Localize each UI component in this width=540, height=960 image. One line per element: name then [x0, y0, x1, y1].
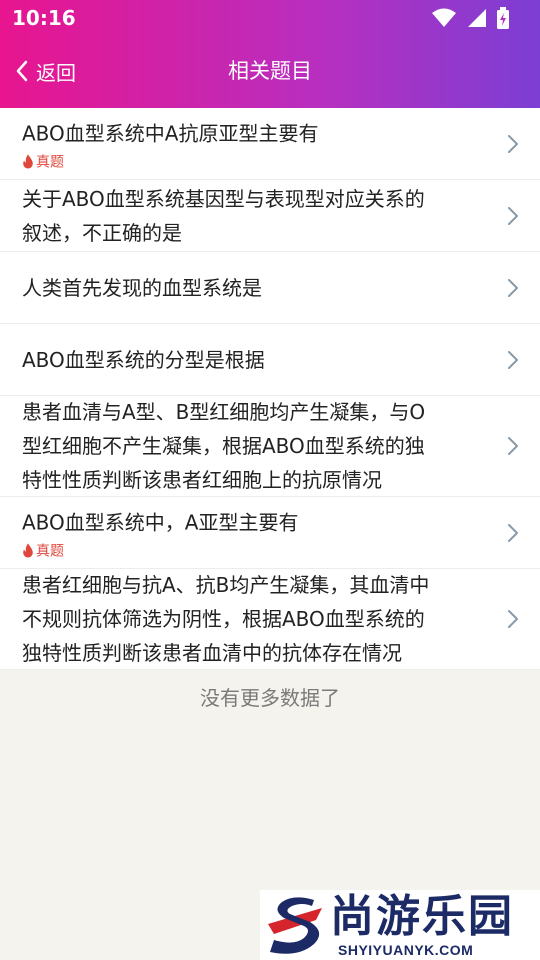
question-text-line: 不规则抗体筛选为阴性，根据ABO血型系统的	[22, 607, 425, 631]
status-bar: 10:16	[0, 0, 540, 38]
signal-icon	[468, 9, 486, 27]
question-row[interactable]: ABO血型系统中，A亚型主要有真题	[0, 497, 540, 569]
watermark-brand: 尚游乐园	[330, 891, 514, 942]
fire-icon	[23, 154, 33, 168]
question-text-line: 人类首先发现的血型系统是	[22, 275, 262, 300]
chevron-right-icon	[508, 134, 518, 153]
tag-label: 真题	[36, 543, 64, 559]
watermark: 尚游乐园 SHYIYUANYK.COM	[260, 890, 540, 960]
no-more-data-text: 没有更多数据了	[200, 686, 340, 710]
watermark-domain: SHYIYUANYK.COM	[338, 942, 474, 958]
question-text-line: 患者红细胞与抗A、抗B均产生凝集，其血清中	[22, 573, 430, 597]
question-text-line: 关于ABO血型系统基因型与表现型对应关系的	[22, 186, 425, 211]
question-text-line: 型红细胞不产生凝集，根据ABO血型系统的独	[22, 434, 425, 458]
status-time: 10:16	[12, 6, 76, 30]
question-text-line: 患者血清与A型、B型红细胞均产生凝集，与O	[22, 400, 426, 424]
chevron-right-icon	[508, 523, 518, 542]
question-row[interactable]: ABO血型系统的分型是根据	[0, 324, 540, 396]
question-row[interactable]: 关于ABO血型系统基因型与表现型对应关系的 叙述，不正确的是	[0, 180, 540, 252]
tag-label: 真题	[36, 154, 64, 170]
question-row[interactable]: ABO血型系统中A抗原亚型主要有真题	[0, 108, 540, 180]
question-row[interactable]: 患者血清与A型、B型红细胞均产生凝集，与O 型红细胞不产生凝集，根据ABO血型系统…	[0, 396, 540, 497]
chevron-right-icon	[508, 206, 518, 225]
fire-icon	[23, 543, 33, 557]
question-text-line: 独特性质判断该患者血清中的抗体存在情况	[22, 641, 402, 665]
question-text-line: ABO血型系统的分型是根据	[22, 347, 265, 372]
chevron-right-icon	[508, 278, 518, 297]
question-row[interactable]: 人类首先发现的血型系统是	[0, 252, 540, 324]
chevron-right-icon	[508, 350, 518, 369]
battery-icon	[497, 7, 509, 29]
status-icons	[432, 7, 510, 29]
page-title: 相关题目	[228, 59, 312, 83]
wifi-icon	[432, 8, 456, 27]
nav-bar: 返回 相关题目	[0, 38, 540, 104]
question-row[interactable]: 患者红细胞与抗A、抗B均产生凝集，其血清中 不规则抗体筛选为阴性，根据ABO血型系…	[0, 569, 540, 670]
question-text-line: 特性性质判断该患者红细胞上的抗原情况	[22, 468, 382, 492]
question-text-line: ABO血型系统中，A亚型主要有	[22, 510, 299, 534]
real-exam-tag: 真题	[22, 540, 476, 560]
question-text-line: 叙述，不正确的是	[22, 220, 182, 245]
question-list: ABO血型系统中A抗原亚型主要有 真题 关于ABO血型系统基因型与表现型对应关系的叙…	[0, 108, 540, 670]
brand-logo-icon	[268, 897, 322, 954]
app-header: 10:16 返回 相关题目	[0, 0, 540, 108]
chevron-right-icon	[508, 437, 518, 455]
real-exam-tag: 真题	[22, 151, 476, 171]
question-text-line: ABO血型系统中A抗原亚型主要有	[22, 121, 319, 145]
chevron-right-icon	[508, 610, 518, 628]
